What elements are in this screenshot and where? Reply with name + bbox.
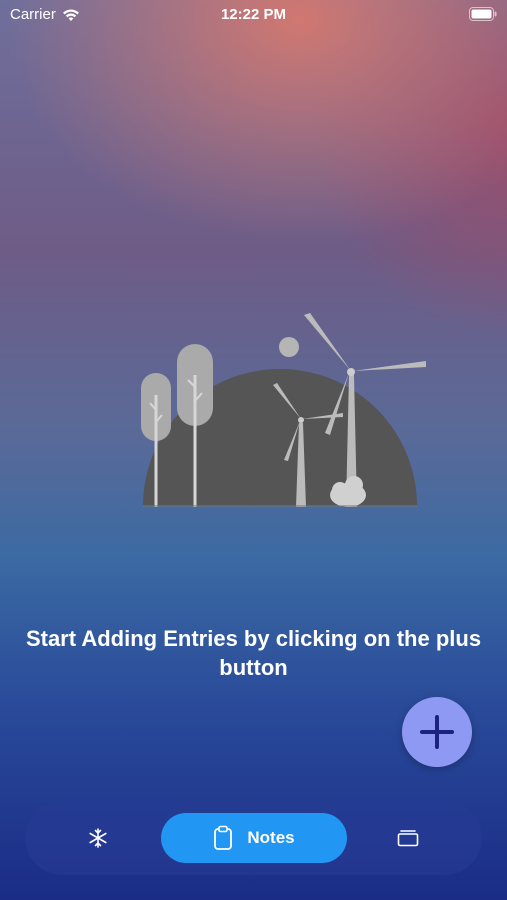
plus-icon: [420, 715, 454, 749]
status-bar: Carrier 12:22 PM: [0, 0, 507, 30]
snowflake-icon: [89, 828, 107, 848]
tab-folder[interactable]: [383, 813, 433, 863]
empty-state-illustration: [141, 313, 426, 507]
empty-state-message: Start Adding Entries by clicking on the …: [25, 626, 482, 680]
bottom-tab-bar: Notes: [25, 801, 482, 875]
tab-notes-label: Notes: [247, 828, 295, 847]
folder-icon: [397, 830, 419, 847]
tab-snowflake[interactable]: [73, 813, 123, 863]
clipboard-icon: [214, 825, 233, 850]
battery-icon: [469, 7, 497, 21]
add-entry-button[interactable]: [402, 697, 472, 767]
status-time: 12:22 PM: [220, 6, 287, 23]
tab-notes[interactable]: Notes: [161, 813, 347, 863]
